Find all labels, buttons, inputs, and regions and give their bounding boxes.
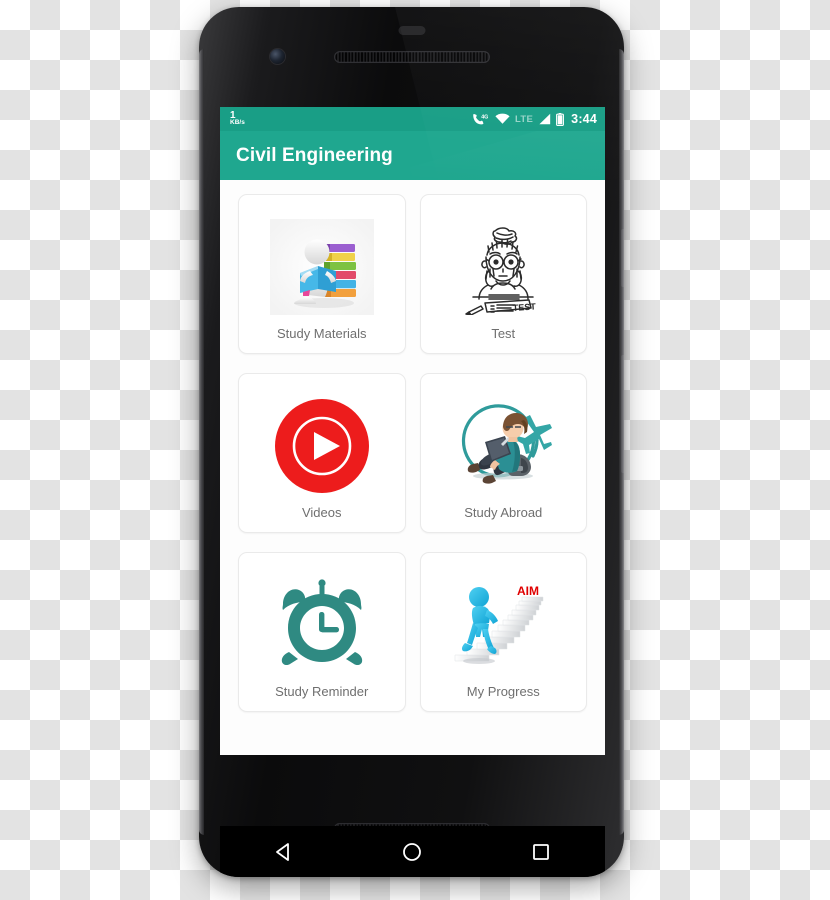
page-title: Civil Engineering [236, 144, 393, 166]
transparency-backdrop: 1 KB/s 4G LTE 3:44 Civil Engineering Stu… [0, 0, 830, 900]
card-label: Study Materials [276, 325, 367, 341]
test-icon: TEST [427, 207, 581, 327]
my-progress-icon: AIM [427, 565, 581, 685]
videos-play-icon [245, 386, 399, 506]
wifi-icon [495, 113, 510, 125]
earpiece-speaker [333, 51, 490, 63]
status-bar: 1 KB/s 4G LTE 3:44 [220, 107, 605, 131]
back-triangle-icon[interactable] [272, 840, 296, 864]
network-speed-unit: KB/s [230, 119, 245, 127]
card-label: Study Abroad [464, 504, 543, 520]
android-nav-bar [220, 826, 605, 877]
smartphone-device: 1 KB/s 4G LTE 3:44 Civil Engineering Stu… [199, 7, 624, 877]
card-test[interactable]: TEST Test [419, 194, 587, 354]
home-circle-icon[interactable] [400, 840, 424, 864]
main-content: Study Materials TEST Test Videos Study A… [220, 180, 605, 755]
card-videos[interactable]: Videos [238, 373, 406, 533]
svg-text:4G: 4G [481, 114, 488, 120]
volume-rocker[interactable] [621, 355, 624, 473]
card-label: Test [491, 325, 516, 341]
feature-grid: Study Materials TEST Test Videos Study A… [238, 194, 587, 712]
alarm-clock-icon [245, 565, 399, 685]
study-materials-icon [245, 207, 399, 327]
signal-bars-icon [538, 113, 551, 125]
card-study-reminder[interactable]: Study Reminder [238, 552, 406, 712]
front-camera [270, 49, 285, 64]
card-study-abroad[interactable]: Study Abroad [419, 373, 587, 533]
status-clock: 3:44 [571, 112, 597, 126]
phone-4g-icon: 4G [472, 113, 490, 126]
status-icon-group: 4G LTE 3:44 [472, 112, 597, 126]
svg-text:AIM: AIM [517, 584, 539, 598]
card-my-progress[interactable]: AIM My Progress [419, 552, 587, 712]
card-study-materials[interactable]: Study Materials [238, 194, 406, 354]
card-label: Study Reminder [275, 683, 369, 699]
card-label: My Progress [466, 683, 540, 699]
app-bar: Civil Engineering [220, 131, 605, 180]
recents-square-icon[interactable] [529, 840, 553, 864]
lte-label: LTE [515, 113, 534, 125]
power-button[interactable] [621, 229, 624, 287]
proximity-sensor [398, 26, 425, 35]
phone-screen: 1 KB/s 4G LTE 3:44 Civil Engineering Stu… [220, 107, 605, 755]
battery-icon [556, 112, 565, 126]
network-speed-indicator: 1 KB/s [230, 111, 245, 127]
svg-text:TEST: TEST [513, 301, 537, 313]
study-abroad-icon [427, 386, 581, 506]
card-label: Videos [301, 504, 342, 520]
